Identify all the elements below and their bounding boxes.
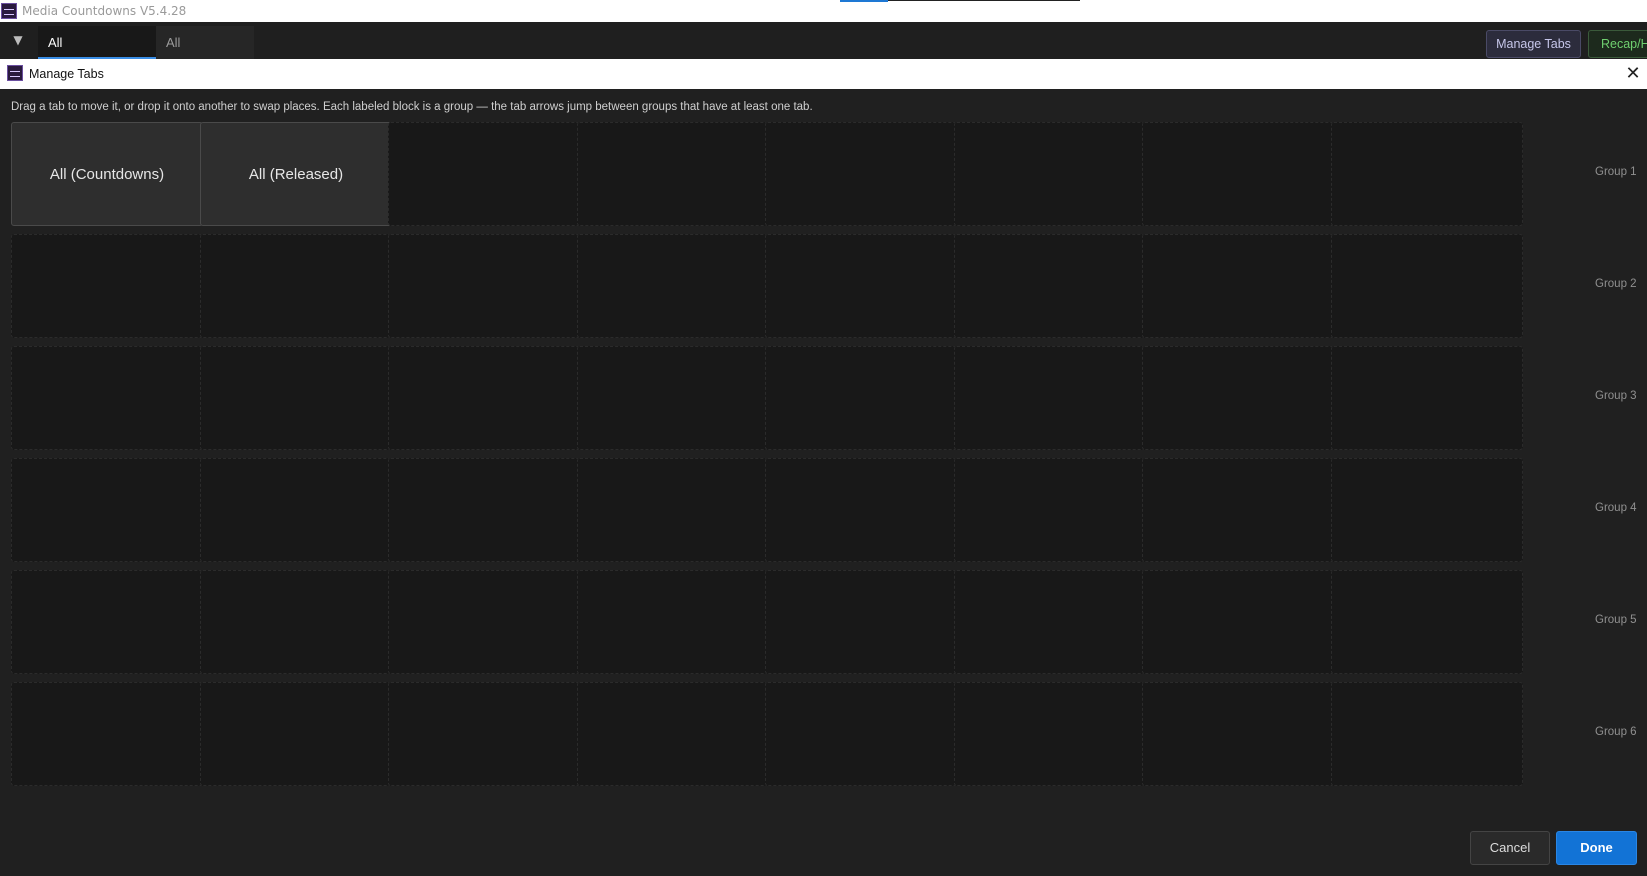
tab-dropdown-icon[interactable]: ▼ (8, 30, 28, 50)
empty-slot[interactable] (577, 346, 769, 450)
dialog-titlebar: Manage Tabs ✕ (0, 59, 1647, 89)
empty-slot[interactable] (388, 346, 580, 450)
group-row-6: Group 6 (11, 682, 1647, 786)
group-label: Group 1 (1595, 166, 1637, 178)
empty-slot[interactable] (388, 458, 580, 562)
group-row-4: Group 4 (11, 458, 1647, 562)
empty-slot[interactable] (388, 682, 580, 786)
titlebar-accent-line (888, 0, 1080, 1)
empty-slot[interactable] (954, 458, 1146, 562)
group-label: Group 4 (1595, 502, 1637, 514)
empty-slot[interactable] (1331, 122, 1523, 226)
cancel-button[interactable]: Cancel (1470, 831, 1550, 865)
empty-slot[interactable] (388, 234, 580, 338)
tab-all-countdowns[interactable]: All (Countdowns) (38, 26, 156, 83)
instructions-text: Drag a tab to move it, or drop it onto a… (11, 101, 813, 113)
empty-slot[interactable] (577, 458, 769, 562)
group-label: Group 2 (1595, 278, 1637, 290)
main-tab-bar: ▼ All (Countdowns) All (Released) Manage… (0, 22, 1647, 83)
empty-slot[interactable] (1142, 570, 1334, 674)
empty-slot[interactable] (11, 682, 203, 786)
empty-slot[interactable] (1331, 346, 1523, 450)
dialog-title: Manage Tabs (29, 67, 104, 81)
empty-slot[interactable] (765, 682, 957, 786)
empty-slot[interactable] (1331, 682, 1523, 786)
recap-button[interactable]: Recap/H (1588, 30, 1647, 58)
app-logo-icon (1, 3, 17, 19)
empty-slot[interactable] (388, 122, 580, 226)
group-row-5: Group 5 (11, 570, 1647, 674)
tab-all-released[interactable]: All (Released) (156, 26, 254, 83)
empty-slot[interactable] (954, 234, 1146, 338)
group-row-3: Group 3 (11, 346, 1647, 450)
empty-slot[interactable] (11, 234, 203, 338)
done-button[interactable]: Done (1556, 831, 1637, 865)
empty-slot[interactable] (1142, 458, 1334, 562)
empty-slot[interactable] (765, 122, 957, 226)
group-label: Group 3 (1595, 390, 1637, 402)
empty-slot[interactable] (954, 682, 1146, 786)
empty-slot[interactable] (11, 346, 203, 450)
empty-slot[interactable] (11, 458, 203, 562)
empty-slot[interactable] (954, 346, 1146, 450)
tab-tile[interactable]: All (Released) (200, 122, 392, 226)
empty-slot[interactable] (1331, 458, 1523, 562)
empty-slot[interactable] (200, 458, 392, 562)
manage-tabs-dialog: Manage Tabs ✕ Drag a tab to move it, or … (0, 59, 1647, 876)
group-row-2: Group 2 (11, 234, 1647, 338)
empty-slot[interactable] (11, 570, 203, 674)
empty-slot[interactable] (200, 570, 392, 674)
tab-tile[interactable]: All (Countdowns) (11, 122, 203, 226)
empty-slot[interactable] (765, 570, 957, 674)
app-titlebar: Media Countdowns V5.4.28 (0, 0, 1647, 22)
empty-slot[interactable] (765, 234, 957, 338)
empty-slot[interactable] (200, 234, 392, 338)
dialog-logo-icon (7, 65, 23, 81)
manage-tabs-button[interactable]: Manage Tabs (1486, 30, 1581, 58)
empty-slot[interactable] (200, 346, 392, 450)
group-row-1: All (Countdowns) All (Released) Group 1 (11, 122, 1647, 226)
empty-slot[interactable] (577, 122, 769, 226)
empty-slot[interactable] (577, 234, 769, 338)
empty-slot[interactable] (954, 570, 1146, 674)
empty-slot[interactable] (765, 458, 957, 562)
titlebar-accent (840, 0, 888, 2)
group-label: Group 6 (1595, 726, 1637, 738)
empty-slot[interactable] (388, 570, 580, 674)
empty-slot[interactable] (577, 682, 769, 786)
empty-slot[interactable] (1142, 346, 1334, 450)
empty-slot[interactable] (200, 682, 392, 786)
empty-slot[interactable] (1331, 234, 1523, 338)
empty-slot[interactable] (1142, 122, 1334, 226)
empty-slot[interactable] (954, 122, 1146, 226)
empty-slot[interactable] (1142, 682, 1334, 786)
group-label: Group 5 (1595, 614, 1637, 626)
empty-slot[interactable] (1142, 234, 1334, 338)
empty-slot[interactable] (1331, 570, 1523, 674)
empty-slot[interactable] (577, 570, 769, 674)
app-title: Media Countdowns V5.4.28 (22, 4, 187, 18)
close-icon[interactable]: ✕ (1620, 61, 1646, 87)
empty-slot[interactable] (765, 346, 957, 450)
